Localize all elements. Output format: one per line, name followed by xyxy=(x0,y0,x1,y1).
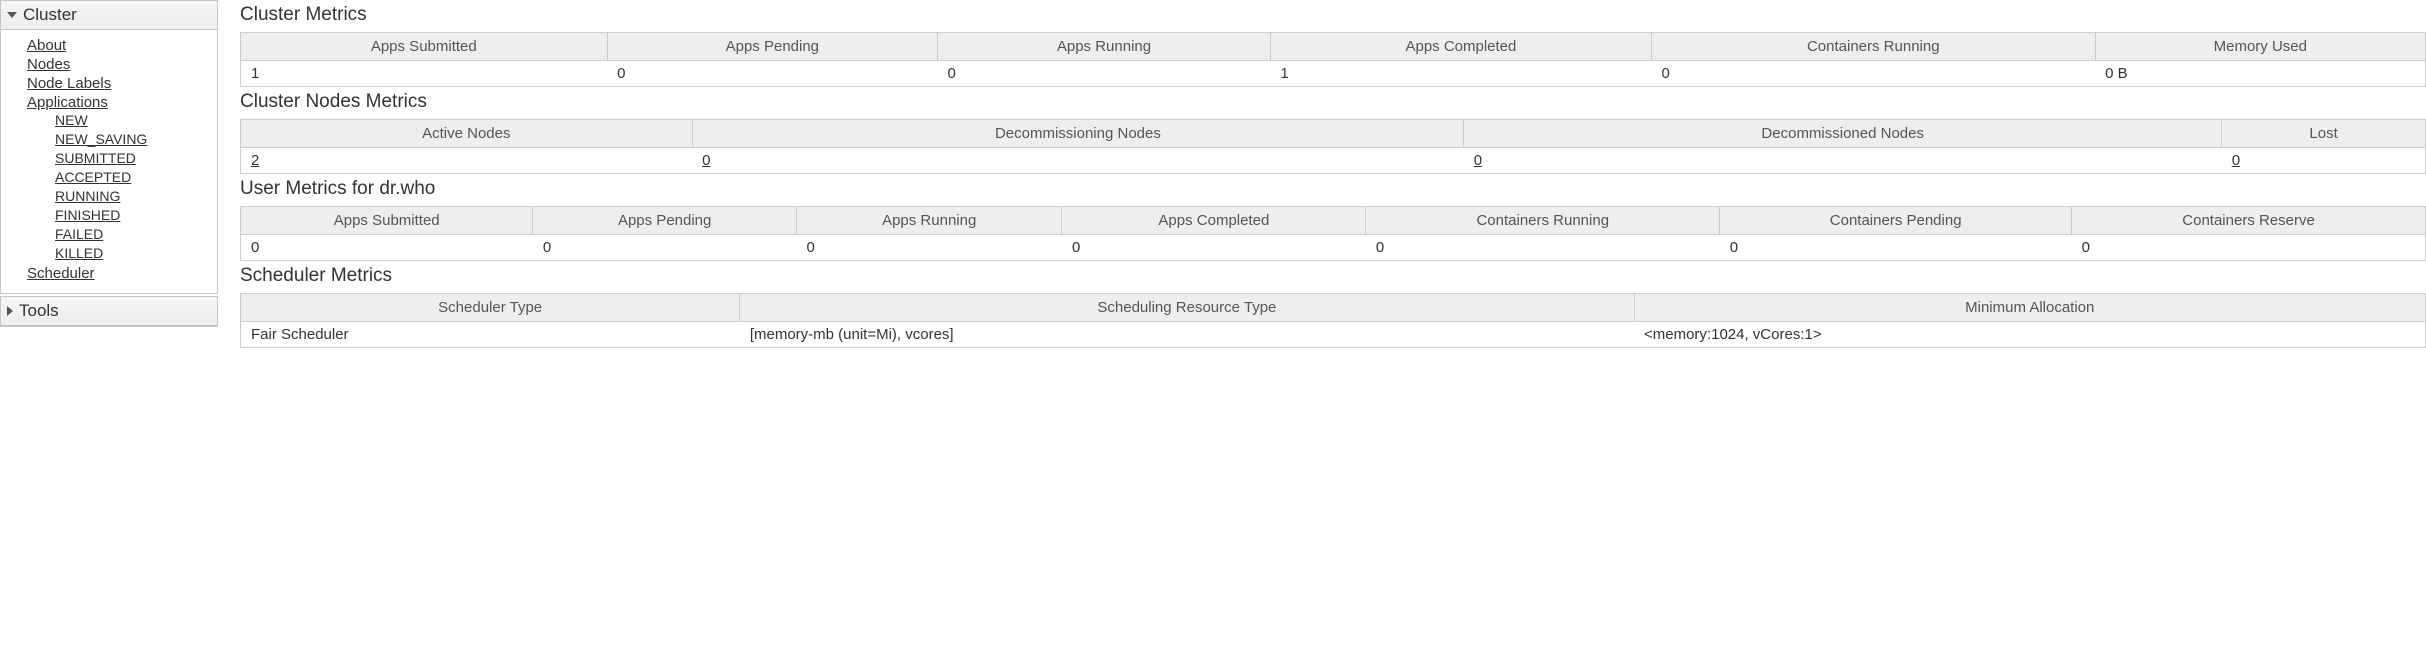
sidebar-section-tools: Tools xyxy=(0,296,218,327)
col-header: Apps Pending xyxy=(533,207,797,235)
active-nodes-link[interactable]: 2 xyxy=(251,152,259,169)
col-header: Containers Pending xyxy=(1720,207,2072,235)
decommissioned-nodes-link[interactable]: 0 xyxy=(1474,152,1482,169)
cell: 1 xyxy=(1270,61,1651,87)
col-header: Containers Running xyxy=(1651,33,2095,61)
nav-app-state[interactable]: ACCEPTED xyxy=(55,169,131,185)
cell: 0 xyxy=(938,61,1271,87)
section-cluster-nodes-metrics: Cluster Nodes Metrics Active Nodes Decom… xyxy=(240,91,2426,174)
cell: [memory-mb (unit=Mi), vcores] xyxy=(740,322,1634,348)
nav-app-state[interactable]: FAILED xyxy=(55,226,103,242)
table-row: Fair Scheduler [memory-mb (unit=Mi), vco… xyxy=(241,322,2426,348)
nav-app-state[interactable]: RUNNING xyxy=(55,188,120,204)
nav-app-state[interactable]: KILLED xyxy=(55,245,103,261)
section-title: Cluster Metrics xyxy=(240,4,2426,26)
col-header: Apps Submitted xyxy=(241,207,533,235)
cell: 0 xyxy=(796,235,1061,261)
sidebar-title-cluster: Cluster xyxy=(23,5,77,25)
cell: 0 B xyxy=(2095,61,2425,87)
app-states-list: NEW NEW_SAVING SUBMITTED ACCEPTED RUNNIN… xyxy=(27,111,217,263)
sidebar-header-tools[interactable]: Tools xyxy=(1,297,217,326)
col-header: Containers Running xyxy=(1366,207,1720,235)
decommissioning-nodes-link[interactable]: 0 xyxy=(702,152,710,169)
cell: 0 xyxy=(1651,61,2095,87)
sidebar-header-cluster[interactable]: Cluster xyxy=(1,1,217,30)
section-user-metrics: User Metrics for dr.who Apps Submitted A… xyxy=(240,178,2426,261)
col-header: Active Nodes xyxy=(241,120,693,148)
nav-about[interactable]: About xyxy=(27,37,66,54)
nav-app-state[interactable]: FINISHED xyxy=(55,207,120,223)
user-metrics-table: Apps Submitted Apps Pending Apps Running… xyxy=(240,206,2426,261)
section-title: Cluster Nodes Metrics xyxy=(240,91,2426,113)
nav-node-labels[interactable]: Node Labels xyxy=(27,75,111,92)
col-header: Decommissioned Nodes xyxy=(1464,120,2222,148)
cluster-nodes-metrics-table: Active Nodes Decommissioning Nodes Decom… xyxy=(240,119,2426,174)
col-header: Scheduling Resource Type xyxy=(740,294,1634,322)
cell: 1 xyxy=(241,61,608,87)
col-header: Memory Used xyxy=(2095,33,2425,61)
col-header: Minimum Allocation xyxy=(1634,294,2426,322)
sidebar-section-cluster: Cluster About Nodes Node Labels Applicat… xyxy=(0,0,218,294)
cell: 0 xyxy=(241,235,533,261)
chevron-right-icon xyxy=(7,306,13,316)
cell: <memory:1024, vCores:1> xyxy=(1634,322,2426,348)
nav-applications[interactable]: Applications xyxy=(27,94,108,111)
nav-app-state[interactable]: NEW xyxy=(55,112,88,128)
lost-nodes-link[interactable]: 0 xyxy=(2232,152,2240,169)
cell: 0 xyxy=(1720,235,2072,261)
cell: Fair Scheduler xyxy=(241,322,740,348)
cell: 0 xyxy=(1062,235,1366,261)
cell: 0 xyxy=(2222,148,2426,174)
col-header: Lost xyxy=(2222,120,2426,148)
table-row: 1 0 0 1 0 0 B xyxy=(241,61,2426,87)
cluster-metrics-table: Apps Submitted Apps Pending Apps Running… xyxy=(240,32,2426,87)
col-header: Containers Reserve xyxy=(2072,207,2426,235)
col-header: Scheduler Type xyxy=(241,294,740,322)
col-header: Apps Completed xyxy=(1270,33,1651,61)
scheduler-metrics-table: Scheduler Type Scheduling Resource Type … xyxy=(240,293,2426,348)
sidebar-body-cluster: About Nodes Node Labels Applications NEW… xyxy=(1,30,217,293)
section-cluster-metrics: Cluster Metrics Apps Submitted Apps Pend… xyxy=(240,4,2426,87)
section-title: User Metrics for dr.who xyxy=(240,178,2426,200)
main-content: Cluster Metrics Apps Submitted Apps Pend… xyxy=(218,0,2426,352)
nav-scheduler[interactable]: Scheduler xyxy=(27,265,95,282)
nav-app-state[interactable]: NEW_SAVING xyxy=(55,131,147,147)
cell: 0 xyxy=(607,61,937,87)
table-row: 2 0 0 0 xyxy=(241,148,2426,174)
col-header: Apps Pending xyxy=(607,33,937,61)
table-row: 0 0 0 0 0 0 0 xyxy=(241,235,2426,261)
section-title: Scheduler Metrics xyxy=(240,265,2426,287)
col-header: Apps Running xyxy=(938,33,1271,61)
chevron-down-icon xyxy=(7,12,17,18)
cell: 0 xyxy=(1366,235,1720,261)
section-scheduler-metrics: Scheduler Metrics Scheduler Type Schedul… xyxy=(240,265,2426,348)
nav-app-state[interactable]: SUBMITTED xyxy=(55,150,136,166)
sidebar: Cluster About Nodes Node Labels Applicat… xyxy=(0,0,218,352)
nav-nodes[interactable]: Nodes xyxy=(27,56,70,73)
cell: 0 xyxy=(2072,235,2426,261)
cell: 2 xyxy=(241,148,693,174)
sidebar-title-tools: Tools xyxy=(19,301,59,321)
cell: 0 xyxy=(1464,148,2222,174)
col-header: Apps Submitted xyxy=(241,33,608,61)
col-header: Apps Completed xyxy=(1062,207,1366,235)
cell: 0 xyxy=(533,235,797,261)
col-header: Apps Running xyxy=(796,207,1061,235)
col-header: Decommissioning Nodes xyxy=(692,120,1464,148)
cell: 0 xyxy=(692,148,1464,174)
